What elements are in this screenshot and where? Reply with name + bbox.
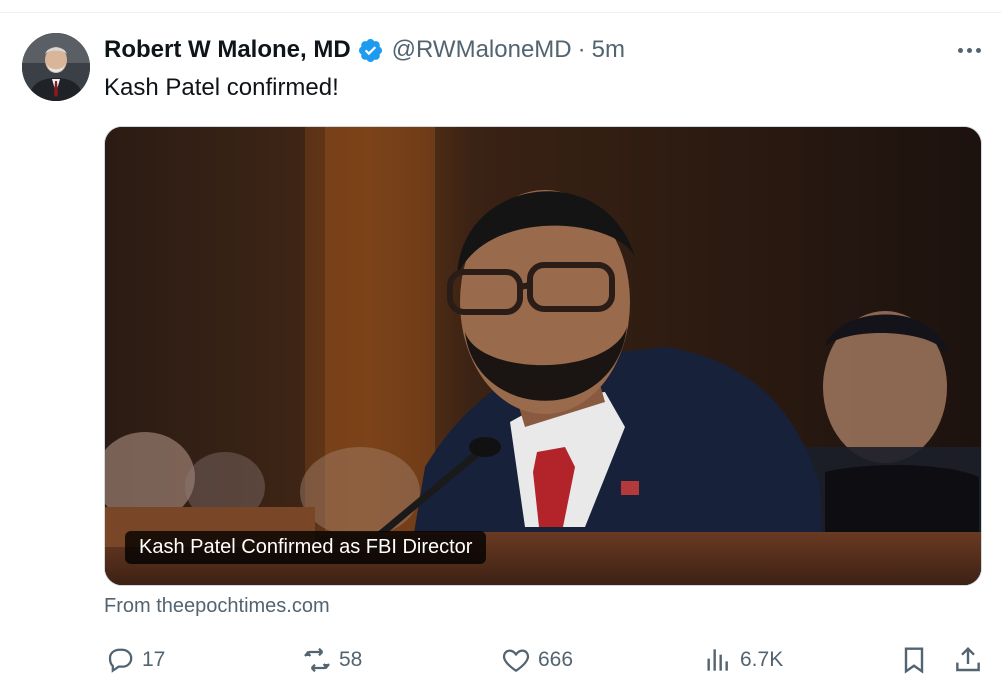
analytics-icon [707, 649, 728, 671]
avatar-photo-icon [22, 33, 90, 101]
like-button[interactable]: 666 [500, 642, 573, 678]
repost-button[interactable]: 58 [301, 642, 362, 678]
avatar[interactable] [22, 33, 90, 101]
like-count: 666 [538, 648, 574, 671]
top-divider [0, 12, 1002, 13]
heart-icon [502, 649, 530, 672]
view-count: 6.7K [740, 648, 784, 671]
media-card[interactable]: Kash Patel Confirmed as FBI Director [104, 126, 982, 586]
action-bar: 17 58 666 6.7K [104, 642, 984, 678]
reply-button[interactable]: 17 [104, 642, 165, 678]
media-caption: Kash Patel Confirmed as FBI Director [125, 531, 487, 564]
timestamp[interactable]: 5m [592, 36, 625, 64]
share-icon [956, 646, 980, 672]
link-source[interactable]: From theepochtimes.com [104, 595, 330, 618]
repost-count: 58 [339, 648, 363, 671]
photo-man-speaking-at-hearing-icon [105, 127, 981, 585]
tweet-header: Robert W Malone, MD @RWMaloneMD · 5m [104, 34, 625, 66]
share-button[interactable] [952, 642, 984, 678]
bookmark-icon [904, 647, 924, 674]
display-name[interactable]: Robert W Malone, MD [104, 36, 351, 64]
verified-badge-icon[interactable] [357, 37, 384, 64]
tweet-text: Kash Patel confirmed! [104, 74, 339, 101]
more-options-icon[interactable] [952, 38, 986, 62]
repost-icon [304, 647, 330, 673]
reply-count: 17 [142, 648, 166, 671]
bookmark-button[interactable] [898, 642, 930, 678]
separator-dot: · [577, 36, 586, 63]
user-handle[interactable]: @RWMaloneMD [392, 36, 572, 64]
views-button[interactable]: 6.7K [702, 642, 783, 678]
reply-icon [108, 648, 133, 673]
